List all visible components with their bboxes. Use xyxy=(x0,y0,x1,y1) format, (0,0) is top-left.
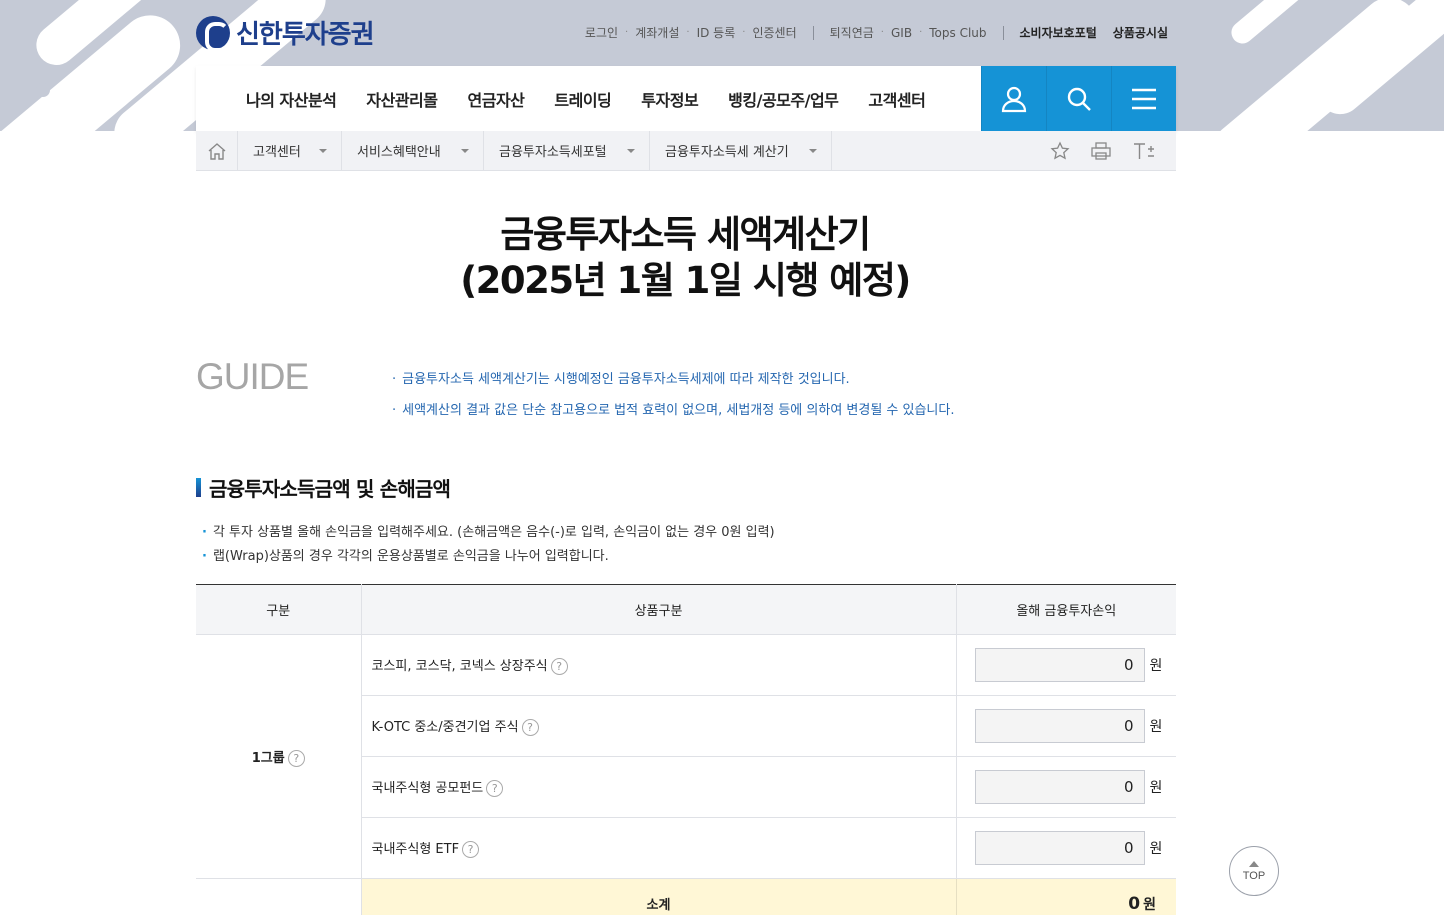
home-button[interactable] xyxy=(196,130,238,171)
help-icon[interactable]: ? xyxy=(550,658,568,675)
menu-icon xyxy=(1132,88,1156,109)
subtotal-row: 소계 0원 xyxy=(196,878,1176,915)
section-title: 금융투자소득금액 및 손해금액 xyxy=(196,473,451,502)
menu-button[interactable] xyxy=(1111,66,1176,131)
star-icon[interactable] xyxy=(1050,140,1070,161)
note-item: 랩(Wrap)상품의 경우 각각의 운용상품별로 손익금을 나누어 입력합니다. xyxy=(202,545,775,569)
brand-name: 신한투자증권 xyxy=(236,20,375,50)
print-icon[interactable] xyxy=(1090,141,1112,161)
nav-item-asset-analysis[interactable]: 나의 자산분석 xyxy=(246,87,337,111)
brand-logo[interactable]: 신한투자증권 xyxy=(196,14,375,52)
font-size-icon[interactable] xyxy=(1132,141,1156,161)
chevron-down-icon xyxy=(319,148,327,153)
guide-item: 금융투자소득 세액계산기는 시행예정인 금융투자소득세제에 따라 제작한 것입니… xyxy=(392,364,955,395)
header-product: 상품구분 xyxy=(360,584,956,635)
domestic-etf-income-input[interactable] xyxy=(974,831,1145,865)
chevron-down-icon xyxy=(627,148,635,153)
util-gib-link[interactable]: GIB xyxy=(891,26,912,40)
group-cell: 1그룹? xyxy=(196,634,362,879)
util-id-register-link[interactable]: ID 등록 xyxy=(697,24,736,41)
scroll-top-button[interactable]: TOP xyxy=(1229,846,1279,896)
user-icon xyxy=(1001,86,1027,112)
won-unit: 원 xyxy=(1149,719,1163,735)
page-title: 금융투자소득 세액계산기 (2025년 1월 1일 시행 예정) xyxy=(460,213,911,302)
listed-stock-income-input[interactable] xyxy=(974,648,1145,682)
breadcrumb-tax-portal[interactable]: 금융투자소득세포털 xyxy=(484,130,650,171)
domestic-fund-income-input[interactable] xyxy=(974,770,1145,804)
util-pension-link[interactable]: 퇴직연금 xyxy=(830,24,874,41)
breadcrumb-tax-calculator[interactable]: 금융투자소득세 계산기 xyxy=(650,130,832,171)
kotc-stock-income-input[interactable] xyxy=(974,709,1145,743)
util-cert-center-link[interactable]: 인증센터 xyxy=(752,24,796,41)
chevron-down-icon xyxy=(809,148,817,153)
nav-item-invest-info[interactable]: 투자정보 xyxy=(641,87,698,111)
guide-item: 세액계산의 결과 값은 단순 참고용으로 법적 효력이 없으며, 세법개정 등에… xyxy=(392,395,954,426)
breadcrumb: 고객센터 서비스혜택안내 금융투자소득세포털 금융투자소득세 계산기 xyxy=(196,130,1176,171)
won-unit: 원 xyxy=(1149,658,1163,674)
nav-item-banking[interactable]: 뱅킹/공모주/업무 xyxy=(728,87,839,111)
breadcrumb-customer-center[interactable]: 고객센터 xyxy=(238,130,342,171)
table-row: 1그룹? 코스피, 코스닥, 코넥스 상장주식? 원 xyxy=(196,634,1176,879)
help-icon[interactable]: ? xyxy=(486,780,504,797)
amount-cell: 원 xyxy=(956,695,1176,757)
input-notes: 각 투자 상품별 올해 손익금을 입력해주세요. (손해금액은 음수(-)로 입… xyxy=(202,521,775,569)
subtotal-label: 소계 xyxy=(361,878,957,915)
note-item: 각 투자 상품별 올해 손익금을 입력해주세요. (손해금액은 음수(-)로 입… xyxy=(202,521,775,545)
header-category: 구분 xyxy=(196,584,361,635)
product-cell: 국내주식형 공모펀드? xyxy=(361,756,957,818)
util-login-link[interactable]: 로그인 xyxy=(585,24,618,41)
amount-cell: 원 xyxy=(956,756,1176,818)
search-icon xyxy=(1067,87,1091,111)
help-icon[interactable]: ? xyxy=(462,841,480,858)
utility-nav: 로그인 · 계좌개설 · ID 등록 · 인증센터 퇴직연금 · GIB · T… xyxy=(584,24,1168,41)
user-button[interactable] xyxy=(981,66,1046,131)
util-account-open-link[interactable]: 계좌개설 xyxy=(635,24,679,41)
util-product-disclosure-link[interactable]: 상품공시실 xyxy=(1113,24,1168,41)
shinhan-logo-icon xyxy=(196,15,230,52)
guide-label: GUIDE xyxy=(196,356,309,397)
util-consumer-portal-link[interactable]: 소비자보호포털 xyxy=(1020,24,1097,41)
breadcrumb-service-benefit[interactable]: 서비스혜택안내 xyxy=(342,130,484,171)
guide-list: 금융투자소득 세액계산기는 시행예정인 금융투자소득세제에 따라 제작한 것입니… xyxy=(392,364,955,426)
product-cell: 코스피, 코스닥, 코넥스 상장주식? xyxy=(361,634,957,696)
header-income: 올해 금융투자손익 xyxy=(955,584,1176,635)
section-title-bar xyxy=(196,478,201,497)
nav-item-asset-mall[interactable]: 자산관리몰 xyxy=(366,87,438,111)
help-icon[interactable]: ? xyxy=(521,719,539,736)
income-table: 구분 상품구분 올해 금융투자손익 1그룹? 코스피, 코스닥, 코넥스 상장주… xyxy=(196,584,1176,915)
util-tops-club-link[interactable]: Tops Club xyxy=(929,26,986,40)
subtotal-value: 0원 xyxy=(956,878,1176,915)
product-cell: 국내주식형 ETF? xyxy=(361,817,957,879)
won-unit: 원 xyxy=(1149,780,1163,796)
main-nav: 나의 자산분석 자산관리몰 연금자산 트레이딩 투자정보 뱅킹/공모주/업무 고… xyxy=(196,66,1176,131)
chevron-down-icon xyxy=(461,148,469,153)
help-icon[interactable]: ? xyxy=(287,749,305,767)
amount-cell: 원 xyxy=(956,817,1176,879)
search-button[interactable] xyxy=(1046,66,1111,131)
group-label: 1그룹 xyxy=(251,750,285,766)
home-icon xyxy=(208,142,225,160)
won-unit: 원 xyxy=(1149,841,1163,857)
nav-item-pension[interactable]: 연금자산 xyxy=(468,87,525,111)
nav-item-trading[interactable]: 트레이딩 xyxy=(554,87,611,111)
arrow-up-icon xyxy=(1249,860,1259,867)
table-header-row: 구분 상품구분 올해 금융투자손익 xyxy=(196,584,1176,635)
product-cell: K-OTC 중소/중견기업 주식? xyxy=(361,695,957,757)
amount-cell: 원 xyxy=(956,634,1176,696)
nav-item-customer-center[interactable]: 고객센터 xyxy=(868,87,925,111)
